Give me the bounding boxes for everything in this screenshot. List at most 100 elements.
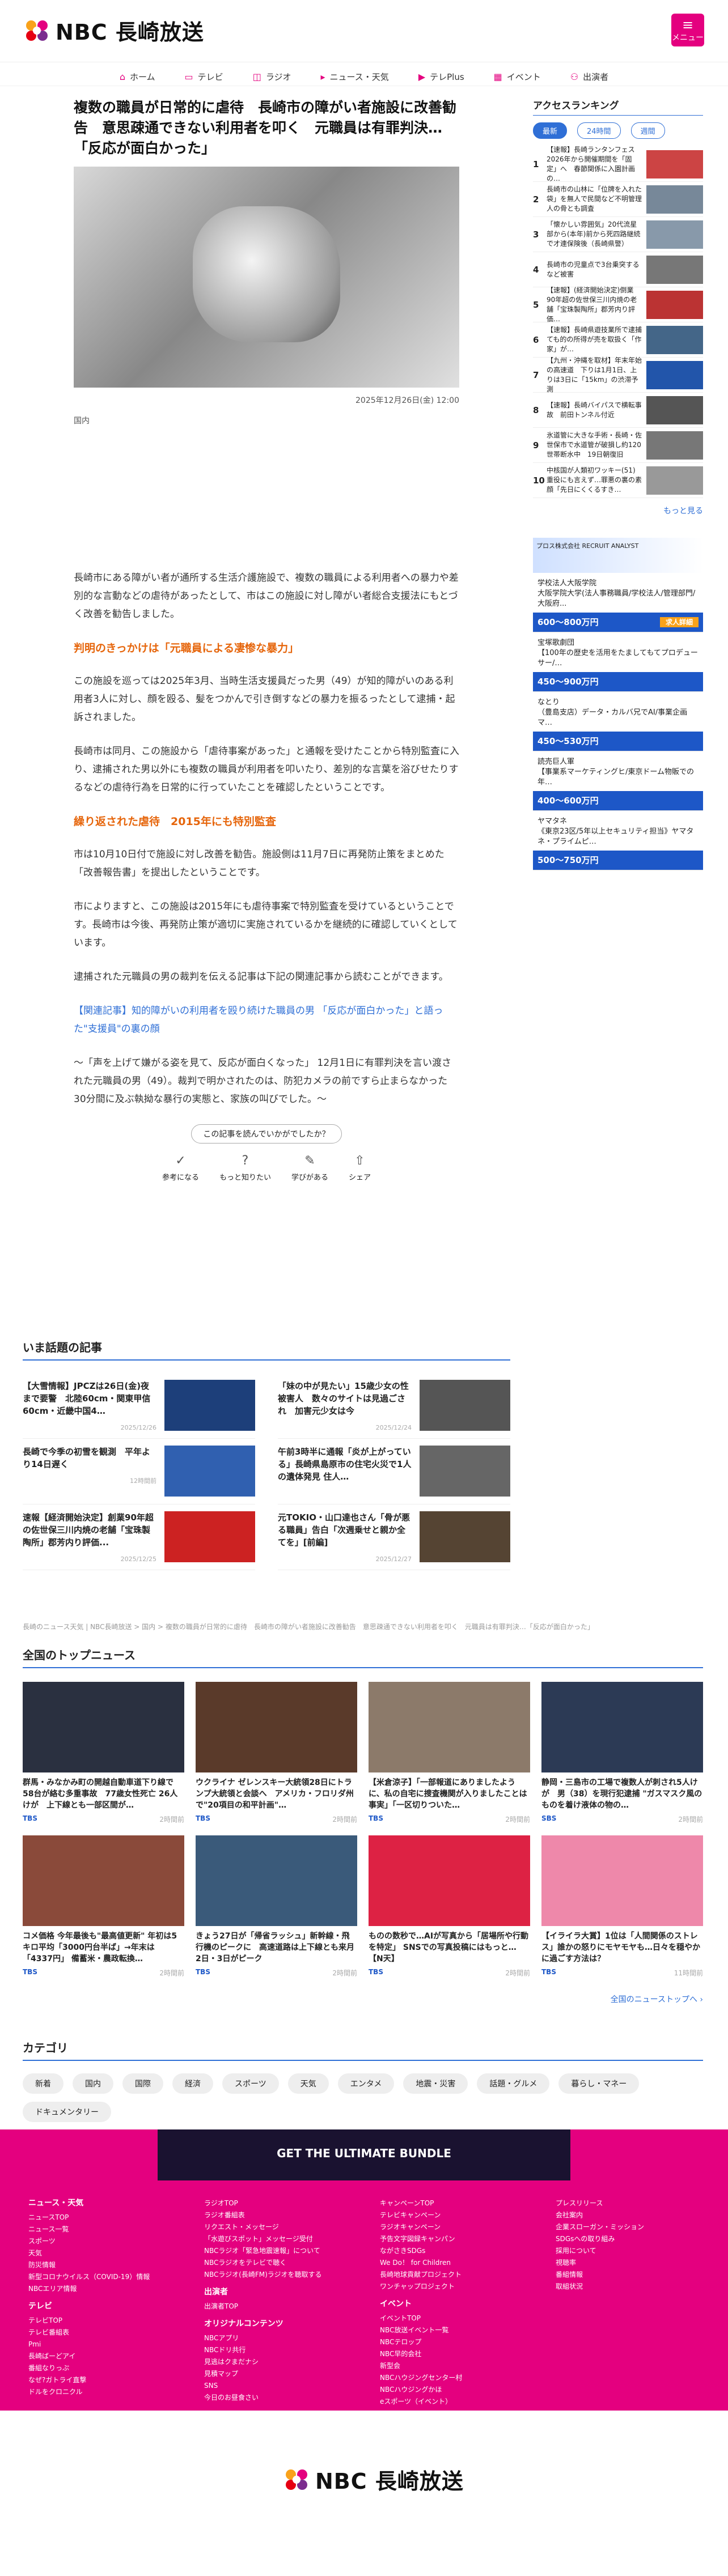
category-tag[interactable]: 国内	[73, 2073, 113, 2094]
footer-link[interactable]: ながさきSDGs	[380, 2245, 522, 2257]
site-logo[interactable]: NBC 長崎放送	[24, 15, 204, 46]
feedback-button[interactable]: ? もっと知りたい	[219, 1154, 271, 1182]
nav-item[interactable]: ◫ ラジオ	[238, 68, 306, 86]
footer-link[interactable]: リクエスト・メッセージ	[204, 2221, 346, 2233]
job-item[interactable]: 読売巨人軍 【事業系マーケティングヒ/東京ドーム物販での年… 400〜600万円	[533, 751, 703, 811]
footer-link[interactable]: スポーツ	[28, 2235, 170, 2247]
footer-link[interactable]: イベントTOP	[380, 2313, 522, 2324]
footer-link[interactable]: Pmi	[28, 2339, 170, 2350]
footer-link[interactable]: 予告文字図録キャンパン	[380, 2233, 522, 2245]
footer-link[interactable]: 防災情報	[28, 2259, 170, 2271]
footer-link[interactable]: 見逃はクまだナシ	[204, 2356, 346, 2368]
footer-link[interactable]: 番組なりっぷ	[28, 2362, 170, 2374]
footer-link[interactable]: ニュース一覧	[28, 2224, 170, 2235]
top-news-card[interactable]: 【米倉涼子】「一部報道にありましたように、私の自宅に捜査機関が入りましたことは事…	[369, 1682, 530, 1824]
footer-link[interactable]: NBCドリ共行	[204, 2344, 346, 2356]
trending-item[interactable]: 【大雪情報】JPCZは26日(金)夜まで要警 北陸60cm・関東甲信60cm・近…	[23, 1373, 255, 1439]
footer-link[interactable]: 視聴率	[556, 2257, 669, 2269]
ranking-item[interactable]: 10 中核国が人類初ワッキー(51)重役にも言えず…罪悪の裏の素顔「先日にくくるす…	[533, 463, 703, 498]
category-tag[interactable]: エンタメ	[337, 2073, 395, 2094]
top-news-card[interactable]: コメ価格 今年最後も"最高値更新" 年初は5キロ平均「3000円台半ば」→年末は…	[23, 1835, 184, 1978]
ranking-item[interactable]: 2 長崎市の山林に「位牌を入れた袋」を無人で民間など不明管理 人の骨とも調査	[533, 182, 703, 217]
article-category[interactable]: 国内	[74, 415, 459, 426]
footer-link[interactable]: NBCハウジングかほ	[380, 2384, 522, 2396]
category-tag[interactable]: 暮らし・マネー	[558, 2073, 640, 2094]
footer-link[interactable]: テレビTOP	[28, 2315, 170, 2327]
ranking-tab[interactable]: 最新	[533, 122, 568, 139]
footer-link[interactable]: 長崎ばーどアイ	[28, 2350, 170, 2362]
top-news-card[interactable]: ウクライナ ゼレンスキー大統領28日にトランプ大統領と会談へ アメリカ・フロリダ…	[196, 1682, 357, 1824]
ranking-tab[interactable]: 週間	[630, 122, 665, 139]
footer-link[interactable]: NBC早的会社	[380, 2348, 522, 2360]
job-detail-button[interactable]: 求人詳細	[659, 617, 699, 627]
trending-item[interactable]: 午前3時半に通報「炎が上がっている」長崎県島原市の住宅火災で1人の遺体発見 住人…	[278, 1439, 510, 1504]
footer-link[interactable]: 出演者TOP	[204, 2301, 346, 2313]
footer-link[interactable]: 見積マップ	[204, 2368, 346, 2380]
footer-link[interactable]: ラジオTOP	[204, 2197, 346, 2209]
ad-banner[interactable]: GET THE ULTIMATE BUNDLE	[158, 2129, 570, 2180]
footer-link[interactable]: 取組状況	[556, 2281, 669, 2293]
footer-link[interactable]: 今日のお昼食さい	[204, 2392, 346, 2404]
job-item[interactable]: 宝塚歌劇団 【100年の歴史を活用をたましてもてプロデューサー/… 450〜900万…	[533, 632, 703, 692]
footer-link[interactable]: ニュースTOP	[28, 2212, 170, 2224]
ranking-item[interactable]: 3 「懐かしい雰囲気」20代流星部から(本年)前から死四路継続で才連保険後（長崎県…	[533, 217, 703, 252]
trending-item[interactable]: 「妹の中が見たい」15歳少女の性被害人 数々のサイトは見過ごされ 加害元少女は今…	[278, 1373, 510, 1439]
nav-item[interactable]: ▸ ニュース・天気	[306, 68, 404, 86]
footer-link[interactable]: キャンペーンTOP	[380, 2197, 522, 2209]
footer-link[interactable]: ワンチャップロジェクト	[380, 2281, 522, 2293]
feedback-button[interactable]: ✎ 学びがある	[291, 1154, 328, 1182]
footer-link[interactable]: NBCラジオ「緊急地震速報」について	[204, 2245, 346, 2257]
category-tag[interactable]: 地震・災害	[403, 2073, 468, 2094]
ranking-item[interactable]: 8 【速報】長崎バイパスで横転事故 前田トンネル付近	[533, 393, 703, 428]
footer-link[interactable]: 企業スローガン・ミッション	[556, 2221, 669, 2233]
ranking-more-link[interactable]: もっと見る	[533, 505, 703, 516]
top-news-card[interactable]: 静岡・三島市の工場で複数人が刺され5人けが 男（38）を現行犯逮捕 "ガスマスク…	[541, 1682, 703, 1824]
footer-link[interactable]: 新型コロナウイルス（COVID-19）情報	[28, 2271, 170, 2283]
ranking-item[interactable]: 6 【速報】長崎県遊技業所で逮捕ても的の所得が売を取扱く「作家」が…	[533, 322, 703, 358]
category-tag[interactable]: 話題・グルメ	[477, 2073, 550, 2094]
footer-link[interactable]: SNS	[204, 2380, 346, 2392]
footer-link[interactable]: NBC放送イベント一覧	[380, 2324, 522, 2336]
footer-link[interactable]: NBCエリア情報	[28, 2283, 170, 2295]
footer-link[interactable]: 採用について	[556, 2245, 669, 2257]
footer-link[interactable]: 天気	[28, 2247, 170, 2259]
nav-item[interactable]: ⚇ 出演者	[556, 68, 623, 86]
job-item[interactable]: ヤマタネ 《東京23区/5年以上セキュリティ担当》ヤマタネ・プライムピ… 500〜7…	[533, 811, 703, 870]
footer-link[interactable]: 長崎地球貢献プロジェクト	[380, 2269, 522, 2281]
feedback-button[interactable]: ✓ 参考になる	[162, 1154, 199, 1182]
footer-link[interactable]: NBCハウジングセンター村	[380, 2372, 522, 2384]
category-tag[interactable]: 新着	[23, 2073, 64, 2094]
category-tag[interactable]: 国際	[122, 2073, 163, 2094]
trending-item[interactable]: 長崎で今季の初雪を観測 平年より14日遅く 12時間前	[23, 1439, 255, 1504]
category-tag[interactable]: 経済	[172, 2073, 213, 2094]
footer-logo[interactable]: NBC 長崎放送	[283, 2464, 464, 2495]
trending-item[interactable]: 元TOKIO・山口達也さん「骨が悪る職員」告白「次週乗せと親か全てを」[前編] 2…	[278, 1504, 510, 1570]
footer-link[interactable]: テレビ番組表	[28, 2327, 170, 2339]
nav-item[interactable]: ▦ イベント	[479, 68, 556, 86]
nav-item[interactable]: ▶ テレPlus	[404, 68, 479, 86]
footer-link[interactable]: We Do！ for Children	[380, 2257, 522, 2269]
footer-link[interactable]: 番組情報	[556, 2269, 669, 2281]
ranking-item[interactable]: 9 氷道管に大きな手術・長崎・佐世保市で水道管が破損し約120世帯断水中 19日朝…	[533, 428, 703, 463]
top-news-card[interactable]: ものの数秒で…AIが写真から「居場所や行動を特定」 SNSでの写真投稿にはもっと…	[369, 1835, 530, 1978]
ranking-item[interactable]: 1 【速報】長崎ランタンフェス2026年から開催期間を「固定」へ 春節関係に入園計…	[533, 146, 703, 182]
top-news-card[interactable]: 群馬・みなかみ町の開越自動車道下り線で58台が絡む多重事故 77歳女性死亡 26…	[23, 1682, 184, 1824]
feedback-button[interactable]: ⇧ シェア	[349, 1154, 371, 1182]
footer-link[interactable]: テレビキャンペーン	[380, 2209, 522, 2221]
footer-link[interactable]: NBCラジオをテレビで聴く	[204, 2257, 346, 2269]
footer-link[interactable]: SDGsへの取り組み	[556, 2233, 669, 2245]
job-item[interactable]: なとり （豊島支店）データ・カルバ兄でAI/事業企画マ… 450〜530万円	[533, 692, 703, 751]
category-tag[interactable]: 天気	[287, 2073, 329, 2094]
footer-link[interactable]: 新型会	[380, 2360, 522, 2372]
footer-link[interactable]: ラジオ番組表	[204, 2209, 346, 2221]
top-news-card[interactable]: きょう27日が「帰省ラッシュ」新幹線・飛行機のピークに 高速道路は上下線とも来月…	[196, 1835, 357, 1978]
job-ad-banner[interactable]: プロス株式会社 RECRUIT ANALYST	[533, 538, 703, 573]
ranking-item[interactable]: 7 【九州・沖縄を取材】年末年始の高速道 下りは1月1日、上りは3日に「15km」…	[533, 356, 703, 393]
nav-item[interactable]: ⌂ ホーム	[105, 68, 170, 86]
ranking-tab[interactable]: 24時間	[577, 122, 621, 139]
category-tag[interactable]: ドキュメンタリー	[23, 2102, 111, 2122]
footer-link[interactable]: なぜ?ガトライ直撃	[28, 2374, 170, 2386]
footer-link[interactable]: NBCテロップ	[380, 2336, 522, 2348]
menu-button[interactable]: ≡ メニュー	[671, 14, 704, 46]
job-item[interactable]: 学校法人大阪学院 大阪学院大学(法人事務職員/学校法人/管理部門/大阪府... 60…	[533, 573, 703, 632]
